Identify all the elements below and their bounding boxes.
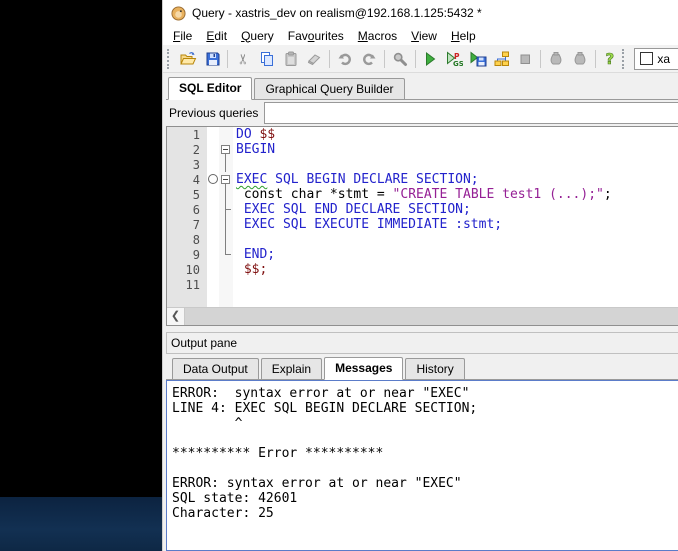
code-line: 11 [167, 277, 678, 292]
cancel-query-icon [517, 51, 533, 67]
rollback-transaction-button[interactable] [568, 48, 592, 70]
tab-graphical-query-builder[interactable]: Graphical Query Builder [254, 78, 404, 99]
rollback-transaction-icon [572, 51, 588, 67]
clear-window-button[interactable] [303, 48, 327, 70]
menu-view[interactable]: View [404, 28, 444, 44]
code-line: 5 const char *stmt = "CREATE TABLE test1… [167, 187, 678, 202]
menu-help[interactable]: Help [444, 28, 483, 44]
open-file-icon [180, 51, 197, 67]
tab-history[interactable]: History [405, 358, 464, 379]
cut-icon: ✂ [236, 53, 250, 65]
open-file-button[interactable] [177, 48, 201, 70]
code-line: 4 EXEC SQL BEGIN DECLARE SECTION; [167, 172, 678, 187]
save-button[interactable] [201, 48, 225, 70]
sql-editor-text-area[interactable]: 1 DO $$ 2 BEGIN 3 4 [167, 127, 678, 307]
execute-query-button[interactable] [419, 48, 443, 70]
titlebar: Query - xastris_dev on realism@192.168.1… [163, 0, 678, 26]
code-line: 7 EXEC SQL EXECUTE IMMEDIATE :stmt; [167, 217, 678, 232]
connection-combo-text: xa [657, 52, 670, 66]
help-button[interactable]: ? [599, 48, 623, 70]
code-line: 3 [167, 157, 678, 172]
messages-text: ERROR: syntax error at or near "EXEC" LI… [167, 381, 678, 521]
menu-edit[interactable]: Edit [199, 28, 234, 44]
tab-data-output[interactable]: Data Output [172, 358, 259, 379]
toolbar: ✂ [163, 45, 678, 73]
messages-panel[interactable]: ERROR: syntax error at or near "EXEC" LI… [166, 380, 678, 551]
execute-query-icon [422, 51, 438, 67]
find-replace-button[interactable] [388, 48, 412, 70]
editor-tabstrip: SQL Editor Graphical Query Builder [166, 76, 678, 100]
code-line: 2 BEGIN [167, 142, 678, 157]
redo-icon [361, 51, 377, 67]
explain-query-button[interactable] [490, 48, 514, 70]
sql-editor: 1 DO $$ 2 BEGIN 3 4 [166, 126, 678, 326]
explain-query-icon [494, 51, 510, 67]
code-line: 8 [167, 232, 678, 247]
cut-button[interactable]: ✂ [231, 48, 255, 70]
output-tabstrip: Data Output Explain Messages History [166, 356, 678, 380]
horizontal-scrollbar[interactable]: ❮ [167, 307, 678, 325]
output-pane-caption[interactable]: Output pane [166, 332, 678, 354]
copy-button[interactable] [255, 48, 279, 70]
undo-icon [337, 51, 353, 67]
code-line: 9 END; [167, 247, 678, 262]
execute-to-file-button[interactable] [466, 48, 490, 70]
code-line: 10 $$; [167, 262, 678, 277]
tab-explain[interactable]: Explain [261, 358, 322, 379]
previous-queries-row: Previous queries [166, 100, 678, 126]
help-icon: ? [602, 51, 618, 67]
previous-queries-combobox[interactable] [264, 102, 678, 124]
toolbar-separator [415, 50, 416, 68]
main-content: SQL Editor Graphical Query Builder Previ… [163, 73, 678, 551]
code-line: 1 DO $$ [167, 127, 678, 142]
scrollbar-track[interactable] [185, 308, 678, 325]
fold-collapse-icon[interactable] [219, 142, 233, 157]
toolbar-separator [384, 50, 385, 68]
commit-transaction-icon [548, 51, 564, 67]
error-marker-icon [208, 174, 218, 184]
menubar: File Edit Query Favourites Macros View H… [163, 26, 678, 45]
save-icon [205, 51, 221, 67]
window-title: Query - xastris_dev on realism@192.168.1… [192, 6, 482, 20]
menu-file[interactable]: File [166, 28, 199, 44]
redo-button[interactable] [357, 48, 381, 70]
copy-icon [259, 51, 275, 67]
pgadmin-app-icon [171, 6, 186, 21]
find-replace-icon [392, 51, 408, 67]
execute-pgscript-button[interactable]: P GS [442, 48, 466, 70]
menu-macros[interactable]: Macros [351, 28, 404, 44]
connection-checkbox-icon [640, 52, 653, 65]
toolbar-separator [329, 50, 330, 68]
clear-window-icon [306, 51, 322, 67]
code-line: 6 EXEC SQL END DECLARE SECTION; [167, 202, 678, 217]
menu-query[interactable]: Query [234, 28, 281, 44]
paste-button[interactable] [279, 48, 303, 70]
toolbar-separator [540, 50, 541, 68]
tab-messages[interactable]: Messages [324, 357, 403, 380]
toolbar-separator [227, 50, 228, 68]
execute-pgscript-icon: P GS [445, 51, 463, 67]
previous-queries-label: Previous queries [169, 106, 258, 120]
commit-transaction-button[interactable] [544, 48, 568, 70]
svg-text:GS: GS [453, 60, 463, 67]
menu-favourites[interactable]: Favourites [281, 28, 351, 44]
query-tool-window: Query - xastris_dev on realism@192.168.1… [162, 0, 678, 551]
scroll-left-arrow-icon[interactable]: ❮ [167, 308, 185, 325]
paste-icon [283, 51, 299, 67]
cancel-query-button[interactable] [513, 48, 537, 70]
execute-to-file-icon [469, 51, 487, 67]
toolbar-gripper[interactable] [167, 49, 173, 69]
toolbar-gripper[interactable] [622, 49, 628, 69]
tab-sql-editor[interactable]: SQL Editor [168, 77, 252, 100]
connection-combobox[interactable]: xa [634, 48, 678, 70]
svg-text:?: ? [606, 51, 615, 67]
fold-collapse-icon[interactable] [219, 172, 233, 187]
toolbar-separator [595, 50, 596, 68]
undo-button[interactable] [333, 48, 357, 70]
